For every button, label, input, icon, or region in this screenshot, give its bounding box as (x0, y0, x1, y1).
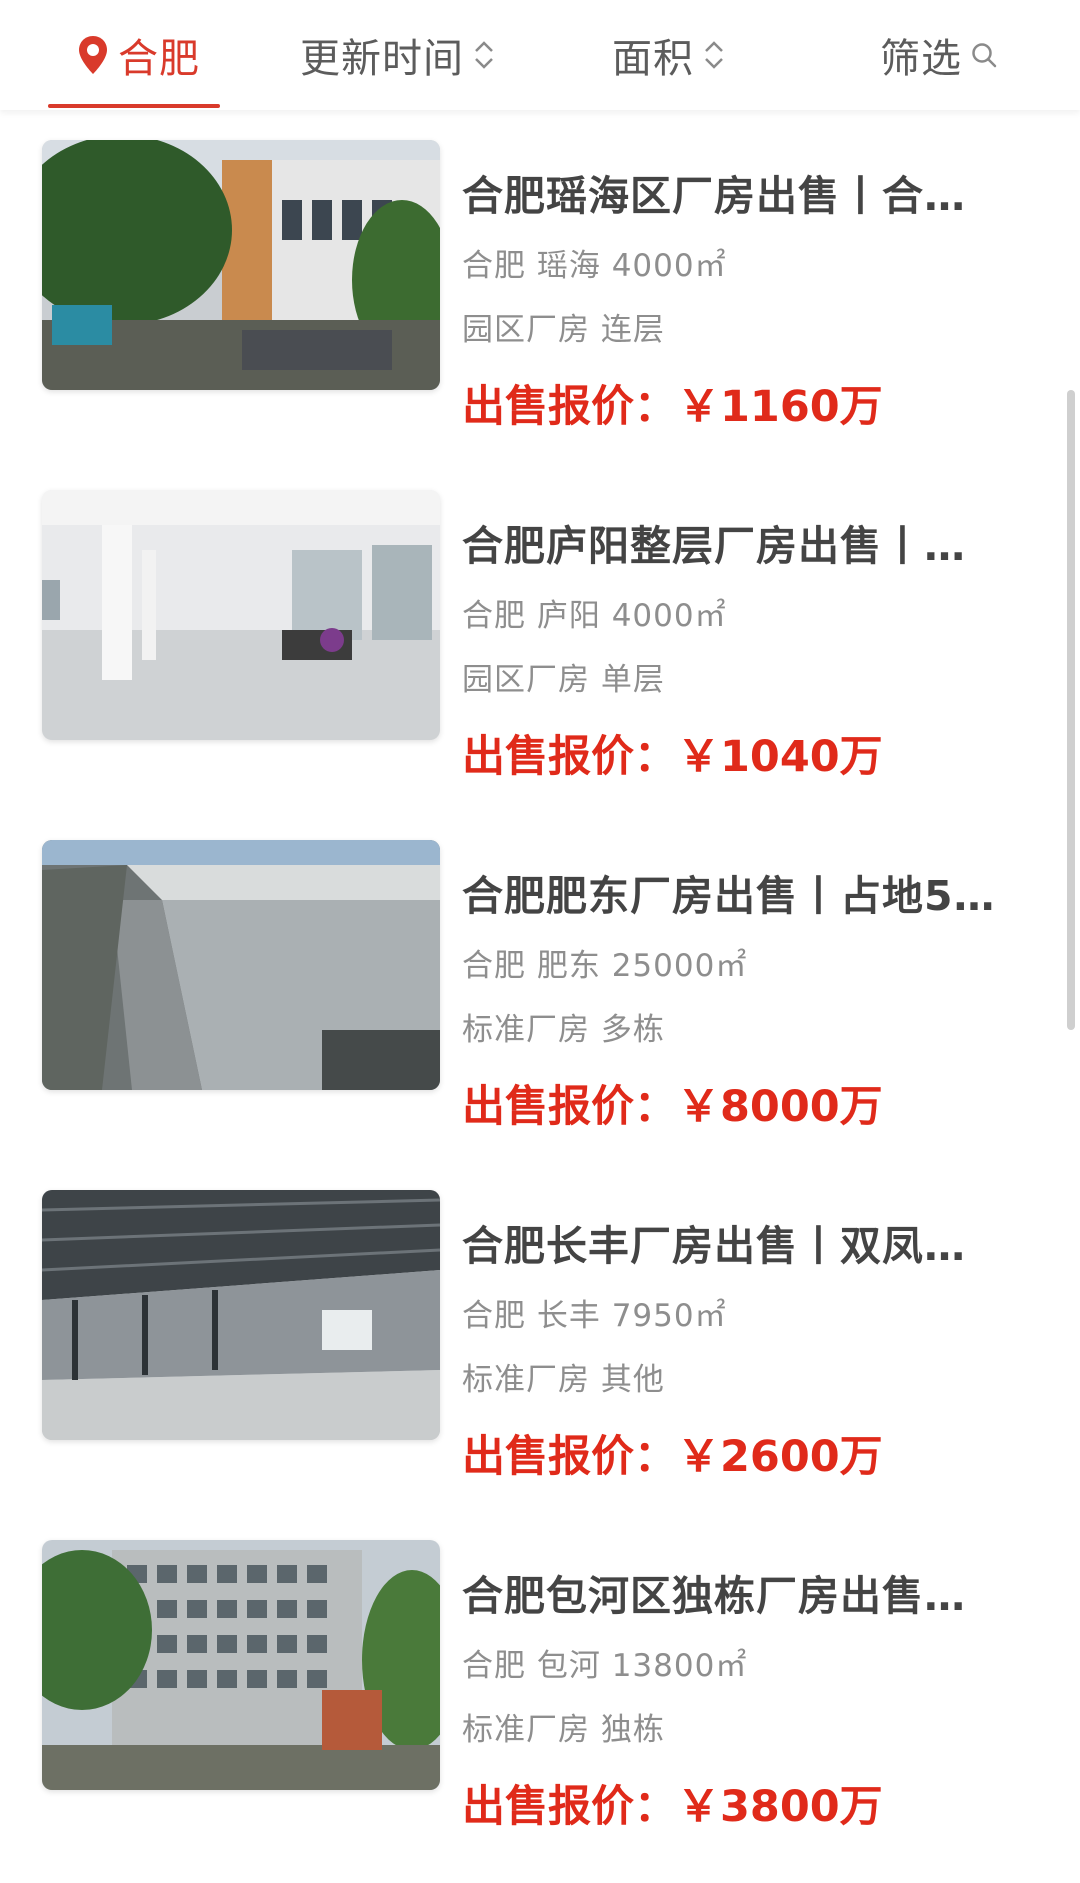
listing-tags: 园区厂房 单层 (462, 662, 665, 698)
tab-area[interactable]: 面积 (612, 20, 726, 90)
listing-tags: 标准厂房 独栋 (462, 1712, 665, 1748)
location-pin-icon (79, 36, 107, 74)
listing-location-area: 合肥 包河 13800㎡ (462, 1648, 748, 1684)
active-tab-indicator (48, 104, 220, 108)
listing-card[interactable]: 合肥长丰厂房出售丨双凤开发区 合肥 长丰 7950㎡ 标准厂房 其他 出售报价：… (0, 1160, 1080, 1510)
listing-title: 合肥肥东厂房出售丨占地50亩 (462, 872, 1002, 920)
listing-photo (42, 1540, 440, 1790)
tab-city[interactable]: 合肥 (76, 20, 200, 90)
tab-filter[interactable]: 筛选 (880, 20, 998, 90)
tab-update-time[interactable]: 更新时间 (300, 20, 496, 90)
listing-price: 出售报价：￥3800万 (462, 1782, 883, 1832)
listing-location-area: 合肥 瑶海 4000㎡ (462, 248, 727, 284)
listing-title: 合肥庐阳整层厂房出售丨合肥庐阳 (462, 522, 1002, 570)
listing-tags: 园区厂房 连层 (462, 312, 665, 348)
scrollbar[interactable] (1067, 390, 1075, 1030)
listing-card[interactable]: 合肥庐阳整层厂房出售丨合肥庐阳 合肥 庐阳 4000㎡ 园区厂房 单层 出售报价… (0, 460, 1080, 810)
sort-arrows-icon (475, 41, 493, 69)
filter-bar: 合肥 更新时间 面积 筛选 (0, 0, 1080, 110)
listing-title: 合肥长丰厂房出售丨双凤开发区 (462, 1222, 1002, 1270)
listing-card[interactable]: 合肥瑶海区厂房出售丨合肥瑶海区 合肥 瑶海 4000㎡ 园区厂房 连层 出售报价… (0, 110, 1080, 460)
listing-location-area: 合肥 庐阳 4000㎡ (462, 598, 727, 634)
listing-photo (42, 840, 440, 1090)
listing-tags: 标准厂房 多栋 (462, 1012, 665, 1048)
filter-label: 筛选 (880, 36, 962, 82)
listing-title: 合肥包河区独栋厂房出售丨包河 (462, 1572, 1002, 1620)
listing-photo (42, 490, 440, 740)
listing-photo (42, 1190, 440, 1440)
listing-tags: 标准厂房 其他 (462, 1362, 665, 1398)
listing-location-area: 合肥 长丰 7950㎡ (462, 1298, 727, 1334)
listing-price: 出售报价：￥8000万 (462, 1082, 883, 1132)
listing-card[interactable]: 合肥包河区独栋厂房出售丨包河 合肥 包河 13800㎡ 标准厂房 独栋 出售报价… (0, 1510, 1080, 1860)
search-icon (972, 43, 997, 68)
update-time-label: 更新时间 (300, 36, 464, 82)
listing-card[interactable]: 合肥肥东厂房出售丨占地50亩 合肥 肥东 25000㎡ 标准厂房 多栋 出售报价… (0, 810, 1080, 1160)
listing-price: 出售报价：￥1040万 (462, 732, 883, 782)
listing-title: 合肥瑶海区厂房出售丨合肥瑶海区 (462, 172, 1002, 220)
city-label: 合肥 (118, 36, 200, 82)
listing-location-area: 合肥 肥东 25000㎡ (462, 948, 748, 984)
listing-price: 出售报价：￥2600万 (462, 1432, 883, 1482)
area-label: 面积 (612, 36, 694, 82)
listing-price: 出售报价：￥1160万 (462, 382, 883, 432)
sort-arrows-icon (705, 41, 723, 69)
listing-photo (42, 140, 440, 390)
